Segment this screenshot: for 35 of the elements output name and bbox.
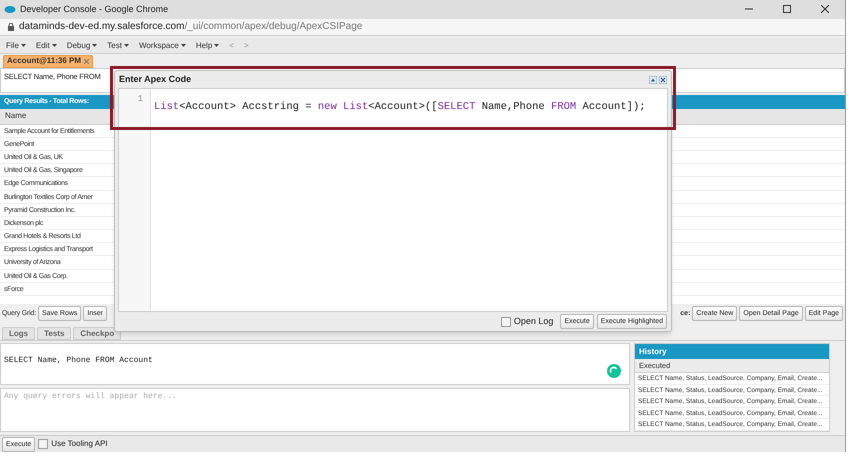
caret-icon [52, 44, 57, 48]
panel-tab[interactable]: Tests [37, 327, 72, 340]
lock-icon [8, 22, 14, 31]
checkbox-label: Open Log [514, 314, 554, 328]
query-editor[interactable]: SELECT Name, Phone FROM Account [0, 343, 630, 386]
menu-item[interactable]: Workspace [138, 40, 186, 52]
caret-icon [92, 44, 98, 48]
maximize-icon[interactable] [783, 5, 791, 14]
menu-item[interactable]: Test [107, 40, 129, 52]
checkbox-label: Use Tooling API [51, 438, 108, 450]
checkbox[interactable] [38, 439, 48, 450]
caret-icon [124, 44, 129, 48]
history-title: History [635, 344, 829, 360]
dialog-title: Enter Apex Code [119, 72, 192, 86]
editor-tab[interactable]: Account@11:36 PM [3, 54, 94, 68]
menu-item[interactable]: Help [196, 40, 220, 52]
window-title: Developer Console - Google Chrome [20, 2, 168, 16]
line-number: 1 [138, 93, 143, 106]
collapse-icon[interactable] [649, 76, 657, 84]
menu-item[interactable]: Debug [66, 40, 98, 52]
caret-icon [180, 44, 186, 48]
panel-tab[interactable]: Checkpo [73, 327, 122, 340]
tab-label: Account@11:36 PM [7, 55, 82, 68]
address-bar[interactable]: dataminds-dev-ed.my.salesforce.com/_ui/common/apex/debug/ApexCSIPage [0, 18, 845, 36]
caret-icon [20, 44, 26, 48]
panel-tab[interactable]: Logs [2, 327, 36, 340]
query-editor-text: SELECT Name, Phone FROM Account [4, 356, 153, 366]
menu-item[interactable]: File [6, 40, 26, 52]
url-text: dataminds-dev-ed.my.salesforce.com/_ui/common/apex/debug/ApexCSIPage [19, 20, 362, 34]
close-icon[interactable] [821, 5, 829, 14]
errors-field[interactable]: Any query errors will appear here... [0, 388, 630, 432]
checkbox[interactable] [500, 316, 511, 326]
caret-icon [214, 44, 220, 48]
menu-item[interactable]: Edit [36, 40, 57, 52]
close-icon[interactable] [659, 76, 667, 84]
